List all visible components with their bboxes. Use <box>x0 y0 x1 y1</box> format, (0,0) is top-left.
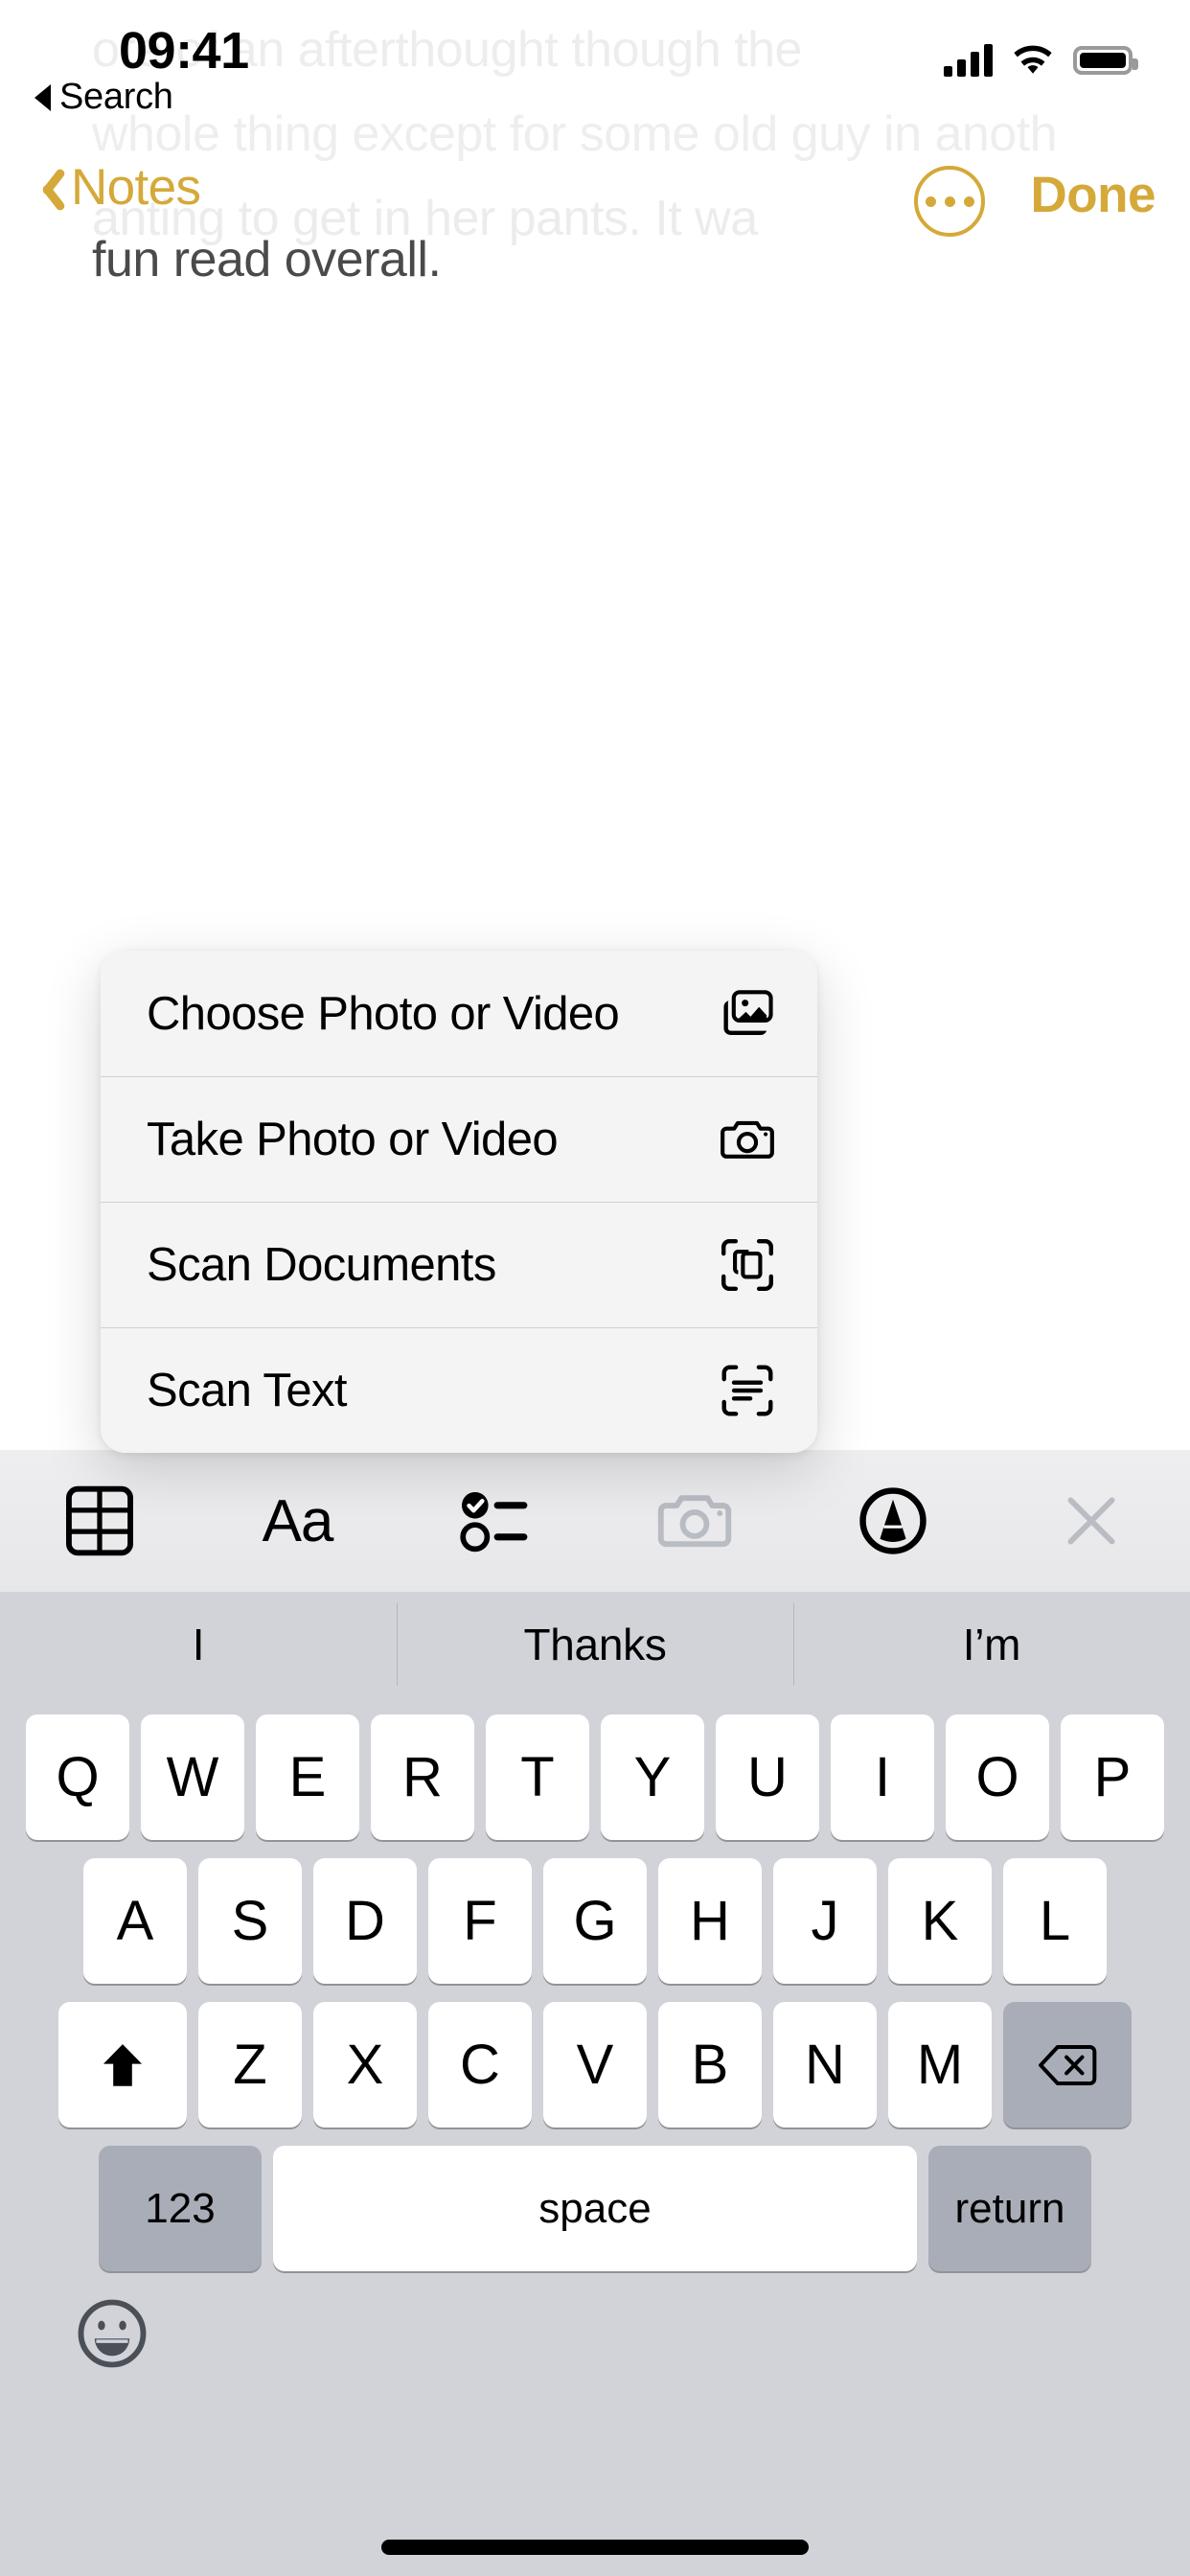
key-u[interactable]: U <box>716 1714 819 1840</box>
keyboard-row-3: Z X C V B N M <box>0 2002 1190 2128</box>
notes-back-button[interactable]: Notes <box>33 158 201 217</box>
prediction-1[interactable]: Thanks <box>397 1603 793 1686</box>
menu-item-label: Take Photo or Video <box>147 1113 559 1165</box>
camera-icon[interactable] <box>595 1450 793 1592</box>
key-r[interactable]: R <box>371 1714 474 1840</box>
numbers-key[interactable]: 123 <box>99 2146 262 2271</box>
back-to-search-button[interactable]: Search <box>34 77 173 118</box>
menu-item-take-photo-or-video[interactable]: Take Photo or Video <box>101 1076 817 1202</box>
key-e[interactable]: E <box>256 1714 359 1840</box>
key-z[interactable]: Z <box>198 2002 302 2128</box>
status-bar-indicators <box>944 44 1138 77</box>
close-icon[interactable] <box>992 1450 1190 1592</box>
menu-item-label: Scan Text <box>147 1364 347 1416</box>
done-button[interactable]: Done <box>1031 166 1156 224</box>
keyboard-row-4: 123 space return <box>0 2146 1190 2271</box>
key-v[interactable]: V <box>543 2002 647 2128</box>
keyboard-bottom-row <box>0 2296 1190 2371</box>
shift-arrow-icon <box>103 2043 143 2086</box>
table-icon[interactable] <box>0 1450 198 1592</box>
text-scan-icon <box>721 1365 773 1415</box>
key-j[interactable]: J <box>773 1858 877 1984</box>
photo-library-icon <box>723 989 773 1035</box>
camera-icon <box>721 1120 774 1159</box>
attachment-popup-menu: Choose Photo or Video Take Photo or Vide… <box>101 951 817 1453</box>
shift-key[interactable] <box>58 2002 187 2128</box>
space-key[interactable]: space <box>273 2146 917 2271</box>
notes-editor-screen: ore of an afterthought though the whole … <box>0 0 1190 2576</box>
back-triangle-icon <box>34 83 51 111</box>
prediction-2[interactable]: I’m <box>793 1603 1190 1686</box>
emoji-smiley-icon <box>78 2299 147 2368</box>
delete-key[interactable] <box>1003 2002 1132 2128</box>
menu-item-label: Scan Documents <box>147 1238 496 1291</box>
status-bar: 09:41 <box>0 0 1190 104</box>
chevron-left-icon <box>33 163 61 213</box>
key-d[interactable]: D <box>313 1858 417 1984</box>
wifi-icon <box>1014 45 1052 74</box>
key-b[interactable]: B <box>658 2002 762 2128</box>
key-a[interactable]: A <box>83 1858 187 1984</box>
key-h[interactable]: H <box>658 1858 762 1984</box>
battery-full-icon <box>1073 46 1138 75</box>
menu-item-scan-text[interactable]: Scan Text <box>101 1327 817 1453</box>
key-l[interactable]: L <box>1003 1858 1107 1984</box>
navigation-bar: Notes Done <box>0 149 1190 254</box>
checklist-icon[interactable] <box>397 1450 595 1592</box>
return-key[interactable]: return <box>928 2146 1091 2271</box>
notes-back-label: Notes <box>71 159 201 216</box>
key-y[interactable]: Y <box>601 1714 704 1840</box>
cellular-bars-icon <box>944 44 993 77</box>
key-g[interactable]: G <box>543 1858 647 1984</box>
key-p[interactable]: P <box>1061 1714 1164 1840</box>
key-x[interactable]: X <box>313 2002 417 2128</box>
predictive-text-bar: I Thanks I’m <box>0 1592 1190 1697</box>
prediction-0[interactable]: I <box>0 1619 397 1670</box>
menu-item-scan-documents[interactable]: Scan Documents <box>101 1202 817 1327</box>
key-n[interactable]: N <box>773 2002 877 2128</box>
status-bar-time: 09:41 <box>119 22 249 80</box>
key-t[interactable]: T <box>486 1714 589 1840</box>
key-w[interactable]: W <box>141 1714 244 1840</box>
aa-format-icon[interactable]: Aa <box>198 1450 397 1592</box>
menu-item-choose-photo-or-video[interactable]: Choose Photo or Video <box>101 951 817 1076</box>
key-q[interactable]: Q <box>26 1714 129 1840</box>
key-m[interactable]: M <box>888 2002 992 2128</box>
document-scan-icon <box>721 1238 773 1291</box>
onscreen-keyboard: I Thanks I’m Q W E R T Y U I O P A S D F… <box>0 1592 1190 2576</box>
keyboard-row-2: A S D F G H J K L <box>0 1858 1190 1984</box>
delete-backspace-icon <box>1039 2044 1097 2085</box>
key-o[interactable]: O <box>946 1714 1049 1840</box>
menu-item-label: Choose Photo or Video <box>147 987 620 1040</box>
ellipsis-circle-icon[interactable] <box>914 166 985 237</box>
markup-pen-icon[interactable] <box>793 1450 992 1592</box>
home-indicator <box>381 2540 809 2555</box>
back-to-search-label: Search <box>59 77 173 117</box>
key-f[interactable]: F <box>428 1858 532 1984</box>
key-k[interactable]: K <box>888 1858 992 1984</box>
format-toolbar: Aa <box>0 1450 1190 1592</box>
emoji-key[interactable] <box>75 2296 149 2371</box>
key-c[interactable]: C <box>428 2002 532 2128</box>
keyboard-row-1: Q W E R T Y U I O P <box>0 1714 1190 1840</box>
key-i[interactable]: I <box>831 1714 934 1840</box>
key-s[interactable]: S <box>198 1858 302 1984</box>
